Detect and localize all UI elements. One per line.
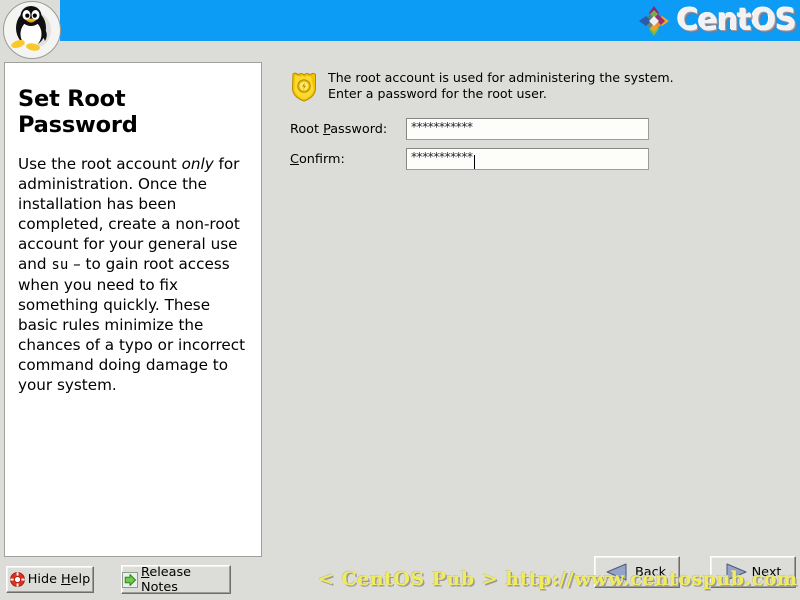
release-notes-label: Release Notes — [141, 565, 230, 595]
centos-wordmark: CentOS — [676, 2, 797, 38]
root-password-label-post: assword: — [330, 121, 388, 137]
gold-shield-badge-icon — [291, 72, 316, 102]
help-panel: Set Root Password Use the root account o… — [4, 62, 262, 557]
help-text-part3: – to gain root access when you need to f… — [18, 255, 246, 395]
hide-help-label-pre: Hide — [27, 572, 62, 587]
root-password-value: *********** — [411, 120, 473, 134]
installer-screen: CentOS Set Root Password Use the root ac… — [0, 0, 800, 600]
back-button[interactable]: Back — [594, 556, 680, 588]
next-button[interactable]: Next — [710, 556, 796, 588]
centos-diamond-icon — [638, 5, 669, 36]
hide-help-label-post: elp — [70, 572, 91, 587]
info-line-2: Enter a password for the root user. — [328, 85, 547, 101]
main-content: The root account is used for administeri… — [268, 50, 796, 550]
lifebuoy-icon — [9, 572, 25, 587]
page-title: Set Root Password — [18, 86, 138, 138]
hide-help-label: Hide Help — [28, 572, 90, 587]
root-password-row: Root Password: *********** — [290, 118, 649, 140]
root-password-label: Root Password: — [290, 122, 406, 137]
root-password-input[interactable]: *********** — [406, 118, 649, 140]
info-text: The root account is used for administeri… — [328, 70, 674, 102]
triangle-left-icon — [606, 563, 627, 581]
hide-help-button[interactable]: Hide Help — [6, 566, 94, 593]
bottom-button-bar: Hide Help Release Notes Back Next — [0, 556, 800, 600]
next-label: Next — [751, 564, 782, 580]
help-text-part1: Use the root account — [18, 155, 182, 173]
release-notes-button[interactable]: Release Notes — [121, 565, 231, 595]
root-password-label-pre: Root — [290, 121, 324, 137]
confirm-password-row: Confirm: *********** — [290, 148, 649, 170]
confirm-password-label: Confirm: — [290, 152, 406, 167]
password-form: Root Password: *********** Confirm: ****… — [290, 118, 649, 178]
hide-help-label-mnemonic: H — [61, 572, 71, 587]
centos-logo: CentOS — [637, 2, 797, 39]
back-label: Back — [634, 564, 667, 580]
tux-penguin-icon — [3, 1, 61, 59]
text-cursor — [473, 155, 475, 169]
info-message: The root account is used for administeri… — [290, 70, 710, 102]
green-arrow-icon — [122, 571, 138, 588]
help-body-text: Use the root account only for administra… — [18, 154, 248, 395]
confirm-password-value: *********** — [411, 150, 473, 164]
confirm-password-label-post: onfirm: — [298, 151, 345, 167]
help-text-command: su — [51, 257, 69, 274]
triangle-right-icon — [726, 563, 747, 581]
confirm-password-label-mnemonic: C — [290, 151, 299, 167]
confirm-password-input[interactable]: *********** — [406, 148, 649, 170]
help-text-emphasis: only — [181, 155, 214, 173]
release-notes-label-post: elease Notes — [141, 564, 192, 595]
info-line-1: The root account is used for administeri… — [328, 70, 674, 85]
